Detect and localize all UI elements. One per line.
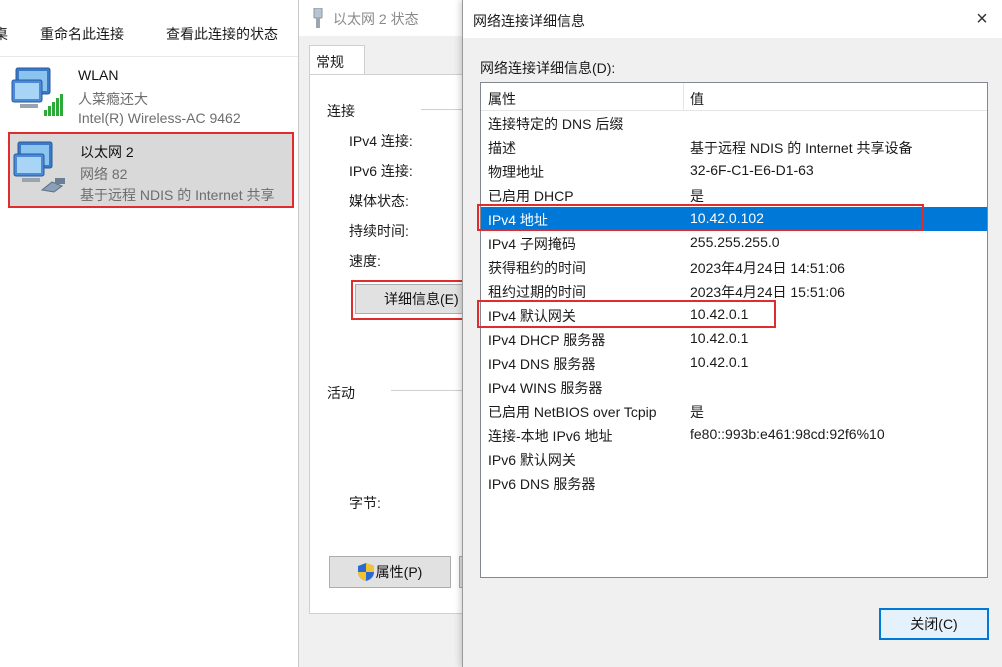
value-column-header[interactable]: 值: [690, 89, 704, 109]
connection-item-wlan[interactable]: WLAN 人菜瘾还大 Intel(R) Wireless-AC 9462: [8, 62, 294, 126]
property-cell: IPv6 默认网关: [488, 452, 576, 468]
close-icon[interactable]: ×: [967, 6, 997, 32]
group-divider: [391, 390, 469, 391]
details-row[interactable]: IPv6 DNS 服务器: [481, 471, 987, 495]
connection-group-label: 连接: [327, 103, 355, 119]
value-cell: 10.42.0.102: [690, 210, 764, 226]
value-cell: 255.255.255.0: [690, 234, 780, 250]
details-row[interactable]: IPv4 子网掩码 255.255.255.0: [481, 231, 987, 255]
activity-group-label: 活动: [327, 385, 355, 401]
property-cell: IPv4 子网掩码: [488, 236, 576, 252]
value-cell: 是: [690, 404, 704, 420]
connection-adapter: Intel(R) Wireless-AC 9462: [78, 110, 241, 126]
status-dialog-title: 以太网 2 状态: [333, 11, 419, 27]
details-row[interactable]: 获得租约的时间 2023年4月24日 14:51:06: [481, 255, 987, 279]
connection-network: 网络 82: [80, 166, 128, 182]
connection-network: 人菜瘾还大: [78, 91, 148, 107]
value-cell: 32-6F-C1-E6-D1-63: [690, 162, 814, 178]
connection-adapter: 基于远程 NDIS 的 Internet 共享: [80, 187, 275, 203]
property-cell: 租约过期的时间: [488, 284, 586, 300]
value-cell: 基于远程 NDIS 的 Internet 共享设备: [690, 140, 913, 156]
details-row[interactable]: 已启用 NetBIOS over Tcpip 是: [481, 399, 987, 423]
details-row[interactable]: IPv4 DNS 服务器 10.42.0.1: [481, 351, 987, 375]
value-cell: 10.42.0.1: [690, 330, 749, 346]
property-cell: IPv4 DHCP 服务器: [488, 332, 606, 348]
rename-connection-command[interactable]: 重命名此连接: [40, 24, 124, 44]
property-column-header[interactable]: 属性: [488, 89, 516, 109]
close-button[interactable]: 关闭(C): [879, 608, 989, 640]
value-cell: fe80::993b:e461:98cd:92f6%10: [690, 426, 885, 442]
details-button[interactable]: 详细信息(E): [355, 284, 467, 314]
details-row[interactable]: 租约过期的时间 2023年4月24日 15:51:06: [481, 279, 987, 303]
network-cable-icon: [313, 8, 323, 28]
property-cell: IPv4 WINS 服务器: [488, 380, 603, 396]
ipv4-connectivity-label: IPv4 连接:: [349, 133, 413, 149]
connection-item-ethernet-2[interactable]: 以太网 2 网络 82 基于远程 NDIS 的 Internet 共享: [8, 132, 294, 208]
details-dialog-title: 网络连接详细信息: [473, 13, 585, 29]
uac-shield-icon: [357, 563, 374, 581]
properties-button[interactable]: 属性(P): [329, 556, 451, 588]
view-connection-status-command[interactable]: 查看此连接的状态: [166, 24, 278, 44]
media-state-label: 媒体状态:: [349, 193, 409, 209]
value-cell: 10.42.0.1: [690, 354, 749, 370]
value-cell: 10.42.0.1: [690, 306, 749, 322]
details-row[interactable]: IPv4 WINS 服务器: [481, 375, 987, 399]
details-dialog-titlebar: 网络连接详细信息 ×: [463, 0, 1002, 38]
column-divider[interactable]: [683, 83, 684, 111]
details-row[interactable]: 物理地址 32-6F-C1-E6-D1-63: [481, 159, 987, 183]
details-row[interactable]: 连接特定的 DNS 后缀: [481, 111, 987, 135]
value-cell: 2023年4月24日 15:51:06: [690, 284, 845, 300]
value-cell: 是: [690, 188, 704, 204]
details-row[interactable]: IPv4 地址 10.42.0.102: [481, 207, 987, 231]
property-cell: 物理地址: [488, 164, 544, 180]
value-cell: 2023年4月24日 14:51:06: [690, 260, 845, 276]
details-row[interactable]: IPv6 默认网关: [481, 447, 987, 471]
connection-name: 以太网 2: [80, 144, 134, 160]
ipv6-connectivity-label: IPv6 连接:: [349, 163, 413, 179]
property-cell: 连接-本地 IPv6 地址: [488, 428, 613, 444]
property-cell: 获得租约的时间: [488, 260, 586, 276]
details-list-header: 属性 值: [481, 83, 987, 111]
speed-label: 速度:: [349, 253, 381, 269]
ethernet-status-dialog: 以太网 2 状态 常规 连接 IPv4 连接: IPv6 连接: 媒体状态: 持…: [298, 0, 479, 667]
command-bar-divider: [0, 56, 300, 57]
details-row[interactable]: 连接-本地 IPv6 地址 fe80::993b:e461:98cd:92f6%1…: [481, 423, 987, 447]
property-cell: 已启用 DHCP: [488, 188, 574, 204]
bytes-label: 字节:: [349, 495, 381, 511]
property-cell: IPv4 DNS 服务器: [488, 356, 596, 372]
property-cell: IPv6 DNS 服务器: [488, 476, 596, 492]
details-row[interactable]: 已启用 DHCP 是: [481, 183, 987, 207]
details-row[interactable]: IPv4 默认网关 10.42.0.1: [481, 303, 987, 327]
tab-general[interactable]: 常规: [309, 45, 365, 75]
details-list-label: 网络连接详细信息(D):: [480, 60, 616, 76]
property-cell: IPv4 默认网关: [488, 308, 576, 324]
property-cell: 连接特定的 DNS 后缀: [488, 116, 624, 132]
ethernet-adapter-icon: [13, 141, 65, 193]
duration-label: 持续时间:: [349, 223, 409, 239]
network-connections-window: 桌 重命名此连接 查看此连接的状态 WLAN 人菜瘾还大 Intel(R) Wi…: [0, 0, 300, 667]
details-row[interactable]: 描述 基于远程 NDIS 的 Internet 共享设备: [481, 135, 987, 159]
wifi-adapter-icon: [11, 67, 63, 116]
command-truncated[interactable]: 桌: [0, 24, 8, 44]
general-tab-panel: [309, 74, 479, 614]
properties-button-label: 属性(P): [375, 564, 423, 580]
property-cell: 已启用 NetBIOS over Tcpip: [488, 404, 657, 420]
details-row[interactable]: IPv4 DHCP 服务器 10.42.0.1: [481, 327, 987, 351]
network-connection-details-dialog: 网络连接详细信息 × 网络连接详细信息(D): 属性 值 连接特定的 DNS 后…: [462, 0, 1002, 667]
details-list[interactable]: 属性 值 连接特定的 DNS 后缀 描述 基于远程 NDIS 的 Internet …: [480, 82, 988, 578]
status-dialog-titlebar: 以太网 2 状态: [299, 0, 469, 36]
connection-name: WLAN: [78, 67, 119, 83]
property-cell: IPv4 地址: [488, 212, 548, 228]
property-cell: 描述: [488, 140, 516, 156]
